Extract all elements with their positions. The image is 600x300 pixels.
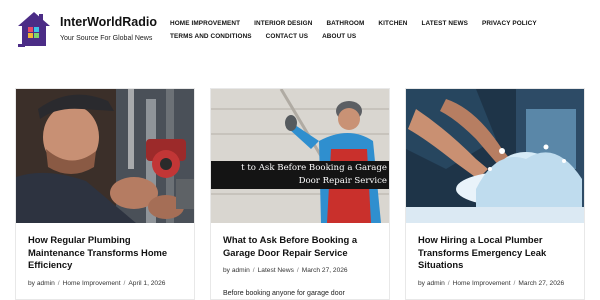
nav-item-about-us[interactable]: ABOUT US — [322, 33, 356, 40]
meta-separator: / — [296, 267, 299, 274]
post-thumbnail-garage-door-image[interactable] — [211, 89, 390, 223]
post-meta: by admin / Home Improvement / April 1, 2026 — [28, 278, 190, 289]
post-card: t to Ask Before Booking a Garage Door Re… — [210, 88, 390, 300]
post-author-link[interactable]: admin — [427, 280, 445, 287]
main-navigation: HOME IMPROVEMENT INTERIOR DESIGN BATHROO… — [170, 17, 590, 43]
nav-item-latest-news[interactable]: LATEST NEWS — [422, 20, 468, 27]
site-title[interactable]: InterWorldRadio — [60, 15, 157, 29]
post-date: March 27, 2026 — [301, 267, 348, 274]
nav-item-interior-design[interactable]: INTERIOR DESIGN — [254, 20, 312, 27]
post-author-link[interactable]: admin — [232, 267, 250, 274]
nav-item-bathroom[interactable]: BATHROOM — [326, 20, 364, 27]
post-excerpt: Before booking anyone for garage door — [223, 290, 345, 297]
post-card: How Hiring a Local Plumber Transforms Em… — [405, 88, 585, 300]
post-thumbnail-caption-line2: Door Repair Service — [298, 176, 387, 186]
nav-item-terms-and-conditions[interactable]: TERMS AND CONDITIONS — [170, 33, 252, 40]
meta-by-label: by — [28, 280, 35, 287]
post-thumbnail-caption-line1: t to Ask Before Booking a Garage — [241, 163, 387, 173]
site-header: InterWorldRadio Your Source For Global N… — [0, 0, 600, 60]
nav-item-privacy-policy[interactable]: PRIVACY POLICY — [482, 20, 537, 27]
nav-item-home-improvement[interactable]: HOME IMPROVEMENT — [170, 20, 240, 27]
post-date: April 1, 2026 — [128, 280, 166, 287]
post-thumbnail-leak-image[interactable] — [406, 89, 585, 223]
post-thumbnail-plumber-image[interactable] — [16, 89, 195, 223]
post-meta: by admin / Latest News / March 27, 2026 — [223, 265, 385, 276]
nav-row-2: TERMS AND CONDITIONS CONTACT US ABOUT US — [170, 30, 590, 43]
site-tagline: Your Source For Global News — [60, 35, 153, 42]
site-logo-icon[interactable] — [17, 10, 51, 48]
post-title[interactable]: What to Ask Before Booking a Garage Door… — [223, 234, 383, 259]
meta-by-label: by — [223, 267, 230, 274]
nav-row-1: HOME IMPROVEMENT INTERIOR DESIGN BATHROO… — [170, 17, 590, 30]
post-meta: by admin / Home Improvement / March 27, 2026 — [418, 278, 580, 289]
meta-separator: / — [252, 267, 255, 274]
nav-item-kitchen[interactable]: KITCHEN — [378, 20, 407, 27]
post-date: March 27, 2026 — [518, 280, 565, 287]
meta-separator: / — [447, 280, 450, 287]
nav-item-contact-us[interactable]: CONTACT US — [266, 33, 308, 40]
post-category-link[interactable]: Latest News — [258, 267, 294, 274]
meta-by-label: by — [418, 280, 425, 287]
meta-separator: / — [57, 280, 60, 287]
post-card: How Regular Plumbing Maintenance Transfo… — [15, 88, 195, 300]
post-author-link[interactable]: admin — [37, 280, 55, 287]
post-title[interactable]: How Regular Plumbing Maintenance Transfo… — [28, 234, 188, 272]
post-category-link[interactable]: Home Improvement — [453, 280, 511, 287]
post-category-link[interactable]: Home Improvement — [63, 280, 121, 287]
post-title[interactable]: How Hiring a Local Plumber Transforms Em… — [418, 234, 578, 272]
